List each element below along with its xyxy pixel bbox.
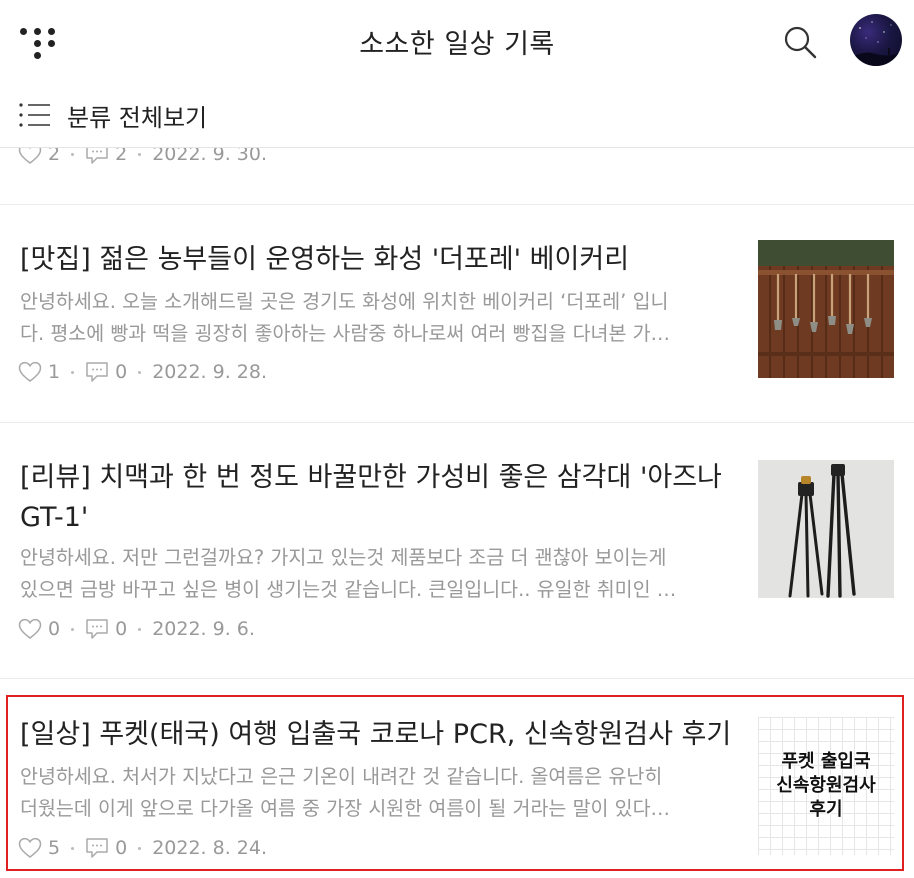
post-meta: 0 0 2022. 9. 6. <box>18 616 255 642</box>
site-title[interactable]: 소소한 일상 기록 <box>0 22 914 61</box>
comment-count: 0 <box>115 361 128 383</box>
avatar-image <box>850 21 902 66</box>
divider <box>0 678 914 679</box>
separator-dot <box>138 152 142 156</box>
list-icon <box>19 103 50 127</box>
category-bar[interactable]: 분류 전체보기 <box>0 82 914 148</box>
tripod-image <box>758 460 894 598</box>
summary-line: 다. 평소에 빵과 떡을 굉장히 좋아하는 사람중 하나로써 여러 빵집을 다녀… <box>20 322 671 345</box>
like-count: 0 <box>48 618 61 640</box>
heart-icon[interactable] <box>18 361 42 383</box>
post-thumbnail[interactable] <box>758 460 894 598</box>
post-title[interactable]: [맛집] 젊은 농부들이 운영하는 화성 '더포레' 베이커리 <box>20 240 740 280</box>
garden-tools-image <box>758 240 894 378</box>
summary-line: 안녕하세요. 오늘 소개해드릴 곳은 경기도 화성에 위치한 베이커리 ‘더포레… <box>20 290 669 313</box>
post-item[interactable]: [리뷰] 치맥과 한 번 정도 바꿀만한 가성비 좋은 삼각대 '아즈나 GT-… <box>0 422 914 678</box>
summary-line: 안녕하세요. 저만 그런걸까요? 가지고 있는것 제품보다 조금 더 괜찮아 보… <box>20 546 667 569</box>
header: 소소한 일상 기록 <box>0 0 914 82</box>
post-summary[interactable]: 안녕하세요. 저만 그런걸까요? 가지고 있는것 제품보다 조금 더 괜찮아 보… <box>20 542 732 606</box>
avatar[interactable] <box>850 14 902 66</box>
separator-dot <box>71 152 75 156</box>
comment-icon[interactable] <box>85 618 109 640</box>
post-summary[interactable]: 안녕하세요. 오늘 소개해드릴 곳은 경기도 화성에 위치한 베이커리 ‘더포레… <box>20 286 732 350</box>
separator-dot <box>71 370 75 374</box>
post-thumbnail[interactable] <box>758 240 894 378</box>
separator-dot <box>138 370 142 374</box>
post-date: 2022. 9. 28. <box>152 361 268 383</box>
summary-line: 있으면 금방 바꾸고 싶은 병이 생기는것 같습니다. 큰일입니다.. 유일한 … <box>20 578 677 601</box>
search-icon[interactable] <box>782 24 818 60</box>
post-date: 2022. 9. 6. <box>152 618 255 640</box>
selection-highlight <box>6 695 904 871</box>
comment-count: 0 <box>115 618 128 640</box>
post-title[interactable]: [리뷰] 치맥과 한 번 정도 바꿀만한 가성비 좋은 삼각대 '아즈나 GT-… <box>20 458 740 538</box>
post-meta: 1 0 2022. 9. 28. <box>18 359 267 385</box>
like-count: 1 <box>48 361 61 383</box>
separator-dot <box>138 627 142 631</box>
comment-icon[interactable] <box>85 361 109 383</box>
separator-dot <box>71 627 75 631</box>
heart-icon[interactable] <box>18 618 42 640</box>
post-item[interactable]: [맛집] 젊은 농부들이 운영하는 화성 '더포레' 베이커리 안녕하세요. 오… <box>0 204 914 422</box>
category-all-label[interactable]: 분류 전체보기 <box>67 98 207 133</box>
